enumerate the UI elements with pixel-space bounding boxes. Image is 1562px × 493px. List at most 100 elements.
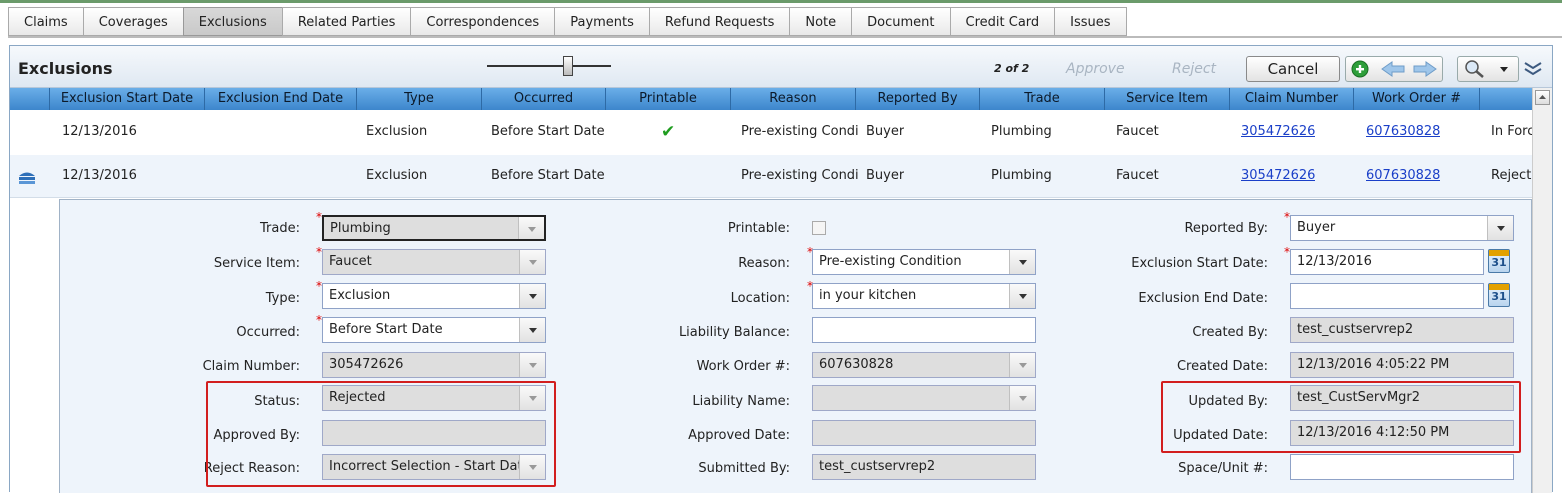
scroll-up-arrow[interactable] <box>1535 90 1550 105</box>
chevron-down-icon[interactable] <box>1009 284 1035 308</box>
search-icon[interactable] <box>1465 60 1484 78</box>
calendar-icon[interactable]: 31 <box>1488 249 1510 273</box>
chevron-down-icon[interactable] <box>519 250 545 274</box>
cancel-button[interactable]: Cancel <box>1246 56 1340 82</box>
tab-correspondences[interactable]: Correspondences <box>410 7 555 36</box>
cell-trade: Plumbing <box>991 124 1052 139</box>
splitter-slider[interactable] <box>487 56 611 76</box>
header-spacer <box>10 88 50 110</box>
cell-work-order[interactable]: 607630828 <box>1366 155 1440 197</box>
approved-date-field[interactable] <box>812 420 1036 446</box>
tab-related-parties[interactable]: Related Parties <box>281 7 411 36</box>
exclusion-end-input[interactable] <box>1290 283 1484 309</box>
occurred-label: Occurred: <box>236 325 300 340</box>
reason-select[interactable]: Pre-existing Condition <box>812 249 1036 275</box>
chevron-down-icon[interactable] <box>519 318 545 342</box>
tab-note[interactable]: Note <box>789 7 852 36</box>
location-select[interactable]: in your kitchen <box>812 283 1036 309</box>
col-trade[interactable]: Trade <box>980 88 1105 110</box>
service-item-select[interactable]: Faucet <box>322 249 546 275</box>
occurred-select[interactable]: Before Start Date <box>322 317 546 343</box>
chevron-down-icon[interactable] <box>1487 216 1513 240</box>
submitted-by-field[interactable]: test_custservrep2 <box>812 454 1036 480</box>
claim-number-link[interactable]: 305472626 <box>1241 168 1315 183</box>
col-claim-number[interactable]: Claim Number <box>1230 88 1354 110</box>
dropdown-icon[interactable] <box>1500 67 1508 72</box>
exclusion-detail-form: Trade: * Plumbing Service Item: * Faucet… <box>59 199 1532 493</box>
approve-button[interactable]: Approve <box>1066 61 1125 77</box>
col-occurred[interactable]: Occurred <box>482 88 606 110</box>
liability-balance-input[interactable] <box>812 317 1036 343</box>
grid-scrollbar[interactable] <box>1532 88 1552 493</box>
col-exclusion-start-date[interactable]: Exclusion Start Date <box>50 88 205 110</box>
liability-balance-label: Liability Balance: <box>678 325 790 340</box>
tab-refund-requests[interactable]: Refund Requests <box>648 7 790 36</box>
cell-claim-number[interactable]: 305472626 <box>1241 155 1315 197</box>
work-order-link[interactable]: 607630828 <box>1366 124 1440 139</box>
tab-coverages[interactable]: Coverages <box>82 7 183 36</box>
col-reason[interactable]: Reason <box>731 88 856 110</box>
exclusion-start-input[interactable]: 12/13/2016 <box>1290 249 1484 275</box>
table-row[interactable]: 12/13/2016 Exclusion Before Start Date ✔… <box>10 111 1532 153</box>
type-value: Exclusion <box>329 288 391 303</box>
tab-exclusions[interactable]: Exclusions <box>182 7 282 36</box>
record-stack-icon[interactable] <box>17 167 37 185</box>
cell-service-item: Faucet <box>1116 124 1159 139</box>
tab-issues[interactable]: Issues <box>1054 7 1127 36</box>
tab-credit-card[interactable]: Credit Card <box>949 7 1055 36</box>
work-order-link[interactable]: 607630828 <box>1366 168 1440 183</box>
chevron-down-icon[interactable] <box>1009 353 1035 377</box>
col-work-order[interactable]: Work Order # <box>1354 88 1480 110</box>
tab-claims[interactable]: Claims <box>8 7 83 36</box>
tab-divider <box>8 36 1562 38</box>
exclusion-end-label: Exclusion End Date: <box>1138 291 1268 306</box>
table-row-selected[interactable]: 12/13/2016 Exclusion Before Start Date P… <box>10 155 1532 198</box>
reject-button[interactable]: Reject <box>1172 61 1216 77</box>
cell-start-date: 12/13/2016 <box>62 124 137 139</box>
col-service-item[interactable]: Service Item <box>1105 88 1230 110</box>
tab-payments[interactable]: Payments <box>554 7 649 36</box>
cell-service-item: Faucet <box>1116 168 1159 183</box>
col-reported-by[interactable]: Reported By <box>856 88 980 110</box>
calendar-icon[interactable]: 31 <box>1488 283 1510 307</box>
liability-name-select[interactable] <box>812 385 1036 411</box>
location-label: Location: <box>730 291 790 306</box>
back-arrow-icon[interactable] <box>1381 61 1405 77</box>
reason-label: Reason: <box>738 256 790 271</box>
search-group[interactable] <box>1457 56 1519 82</box>
type-select[interactable]: Exclusion <box>322 283 546 309</box>
col-exclusion-end-date[interactable]: Exclusion End Date <box>205 88 357 110</box>
printable-checkbox[interactable] <box>812 221 826 235</box>
reported-by-value: Buyer <box>1297 220 1336 235</box>
add-icon[interactable] <box>1351 60 1369 78</box>
trade-select[interactable]: Plumbing <box>322 215 546 241</box>
claim-number-link[interactable]: 305472626 <box>1241 124 1315 139</box>
tab-bar: Claims Coverages Exclusions Related Part… <box>8 7 1127 36</box>
cell-work-order[interactable]: 607630828 <box>1366 111 1440 153</box>
chevron-down-icon[interactable] <box>518 217 544 239</box>
col-type[interactable]: Type <box>357 88 482 110</box>
space-unit-input[interactable] <box>1290 454 1514 480</box>
trade-label: Trade: <box>260 221 300 236</box>
created-by-field[interactable]: test_custservrep2 <box>1290 317 1514 343</box>
chevron-down-icon[interactable] <box>519 353 545 377</box>
collapse-chevron-icon[interactable] <box>1522 60 1544 78</box>
chevron-down-icon[interactable] <box>519 284 545 308</box>
cell-claim-number[interactable]: 305472626 <box>1241 111 1315 153</box>
reason-value: Pre-existing Condition <box>819 254 962 269</box>
tab-document[interactable]: Document <box>851 7 950 36</box>
cell-type: Exclusion <box>366 124 428 139</box>
chevron-down-icon[interactable] <box>1009 386 1035 410</box>
location-value: in your kitchen <box>819 288 917 303</box>
slider-thumb[interactable] <box>563 56 573 76</box>
claim-number-select[interactable]: 305472626 <box>322 352 546 378</box>
chevron-down-icon[interactable] <box>1009 250 1035 274</box>
claim-number-value: 305472626 <box>329 357 404 372</box>
cell-reported-by: Buyer <box>866 124 905 139</box>
reported-by-label: Reported By: <box>1184 221 1268 236</box>
created-date-field[interactable]: 12/13/2016 4:05:22 PM <box>1290 352 1514 378</box>
reported-by-select[interactable]: Buyer <box>1290 215 1514 241</box>
work-order-select[interactable]: 607630828 <box>812 352 1036 378</box>
forward-arrow-icon[interactable] <box>1413 61 1437 77</box>
col-printable[interactable]: Printable <box>606 88 731 110</box>
